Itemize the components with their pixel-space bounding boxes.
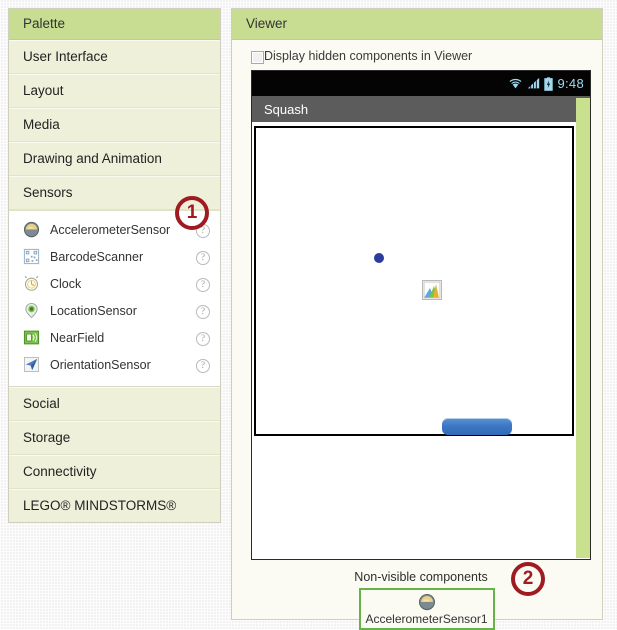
palette-category-storage[interactable]: Storage: [9, 421, 220, 455]
palette-category-media[interactable]: Media: [9, 108, 220, 142]
callout-marker-2: 2: [511, 562, 545, 596]
palette-item-nearfield[interactable]: NearField ?: [9, 324, 220, 351]
canvas-component[interactable]: [254, 126, 574, 436]
palette-item-orientationsensor[interactable]: OrientationSensor ?: [9, 351, 220, 378]
palette-item-locationsensor[interactable]: LocationSensor ?: [9, 297, 220, 324]
category-label: Drawing and Animation: [23, 151, 162, 166]
help-icon[interactable]: ?: [196, 277, 210, 292]
image-sprite-placeholder-icon[interactable]: [422, 280, 442, 300]
palette-panel: Palette User Interface Layout Media Draw…: [8, 8, 221, 523]
category-label: Sensors: [23, 185, 73, 200]
clock-icon: [24, 276, 39, 291]
palette-category-layout[interactable]: Layout: [9, 74, 220, 108]
barcode-icon: [23, 248, 40, 265]
status-time: 9:48: [557, 76, 584, 91]
display-hidden-components-checkbox[interactable]: [251, 51, 264, 64]
app-title: Squash: [264, 101, 309, 117]
palette-category-drawing-and-animation[interactable]: Drawing and Animation: [9, 142, 220, 176]
signal-icon: [528, 77, 540, 89]
category-label: Social: [23, 396, 60, 411]
palette-item-label: OrientationSensor: [50, 357, 151, 372]
non-visible-component-item[interactable]: AccelerometerSensor1: [358, 588, 495, 630]
phone-status-bar: 9:48: [252, 71, 590, 96]
palette-category-connectivity[interactable]: Connectivity: [9, 455, 220, 489]
accelerometer-icon: [23, 221, 40, 238]
phone-preview: 9:48 Squash: [251, 70, 591, 560]
palette-item-label: AccelerometerSensor: [50, 222, 171, 237]
accelerometer-icon: [418, 593, 435, 611]
palette-category-lego-mindstorms[interactable]: LEGO® MINDSTORMS®: [9, 489, 220, 522]
palette-header: Palette: [9, 9, 220, 40]
palette-item-barcodescanner[interactable]: BarcodeScanner ?: [9, 243, 220, 270]
category-label: Storage: [23, 430, 71, 445]
palette-item-label: NearField: [50, 330, 105, 345]
viewer-body: Display hidden components in Viewer 9:48…: [232, 40, 602, 630]
wifi-icon: [510, 78, 522, 89]
viewer-panel: Viewer Display hidden components in View…: [231, 8, 603, 630]
palette-item-label: BarcodeScanner: [50, 249, 144, 264]
palette-category-user-interface[interactable]: User Interface: [9, 40, 220, 74]
orientation-icon: [23, 356, 40, 373]
help-icon[interactable]: ?: [196, 358, 210, 373]
sensors-component-list: AccelerometerSensor ? BarcodeScanner ? C…: [9, 210, 220, 387]
nearfield-icon: [23, 330, 40, 345]
palette-item-label: Clock: [50, 276, 82, 291]
battery-icon: [544, 76, 554, 91]
help-icon[interactable]: ?: [196, 304, 210, 319]
category-label: User Interface: [23, 49, 108, 64]
category-label: Connectivity: [23, 464, 97, 479]
help-icon[interactable]: ?: [196, 331, 210, 346]
non-visible-component-label: AccelerometerSensor1: [365, 612, 488, 626]
phone-app-title-bar: Squash: [252, 96, 590, 124]
paddle-sprite[interactable]: [442, 418, 512, 435]
palette-category-social[interactable]: Social: [9, 387, 220, 421]
location-pin-icon: [25, 302, 38, 319]
category-label: LEGO® MINDSTORMS®: [23, 498, 177, 513]
palette-item-clock[interactable]: Clock ?: [9, 270, 220, 297]
category-label: Layout: [23, 83, 64, 98]
callout-marker-1: 1: [175, 196, 209, 230]
category-label: Media: [23, 117, 60, 132]
display-hidden-components-row[interactable]: Display hidden components in Viewer: [251, 49, 602, 64]
palette-item-label: LocationSensor: [50, 303, 137, 318]
viewer-header: Viewer: [232, 9, 602, 40]
ball-sprite[interactable]: [374, 253, 384, 263]
viewer-scrollbar[interactable]: [576, 98, 590, 558]
help-icon[interactable]: ?: [196, 250, 210, 265]
app-root: Palette User Interface Layout Media Draw…: [0, 0, 617, 630]
status-bar-right: 9:48: [508, 71, 584, 96]
display-hidden-components-label: Display hidden components in Viewer: [264, 49, 473, 63]
